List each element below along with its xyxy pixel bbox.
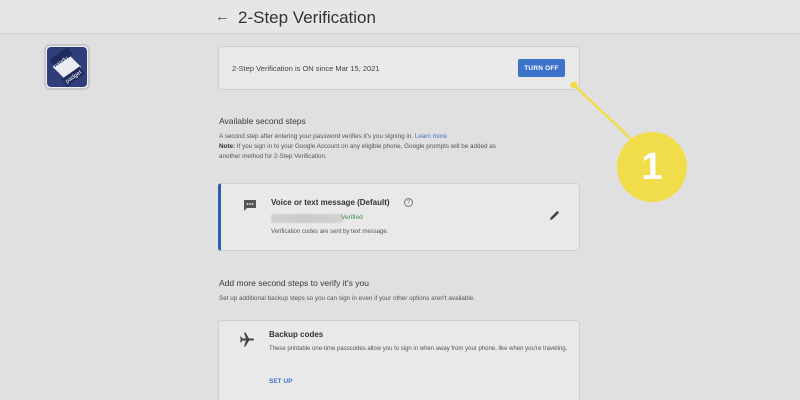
learn-more-link[interactable]: Learn more [415, 133, 447, 140]
voice-text-card[interactable]: Voice or text message (Default) ? Verifi… [218, 183, 580, 251]
voice-option-description: Verification codes are sent by text mess… [271, 229, 389, 235]
status-card: 2-Step Verification is ON since Mar 15, … [218, 46, 580, 90]
site-logo: pandu padget [44, 44, 90, 90]
page-title: 2-Step Verification [238, 8, 376, 27]
status-text: 2-Step Verification is ON since Mar 15, … [232, 64, 380, 73]
note-paragraph-cont: another method for 2-Step Verification. [219, 153, 327, 160]
available-steps-heading: Available second steps [219, 116, 306, 126]
message-icon [244, 200, 256, 211]
available-steps-description: A second step after entering your passwo… [219, 133, 448, 140]
redacted-phone-number [271, 214, 343, 223]
header-bar: ← 2-Step Verification [0, 0, 800, 34]
backup-codes-description: These printable one-time passcodes allow… [269, 346, 568, 352]
verified-status: Verified [341, 214, 363, 221]
backup-codes-title: Backup codes [269, 330, 324, 339]
help-circle-icon[interactable]: ? [404, 198, 413, 207]
note-paragraph: Note: If you sign in to your Google Acco… [219, 143, 496, 150]
callout-number-badge: 1 [617, 132, 687, 202]
back-arrow-icon[interactable]: ← [215, 8, 230, 26]
airplane-icon [240, 332, 254, 347]
logo-icon: pandu padget [47, 47, 87, 87]
voice-option-title: Voice or text message (Default) [271, 198, 390, 207]
add-more-steps-heading: Add more second steps to verify it's you [219, 278, 369, 288]
turn-off-button[interactable]: TURN OFF [518, 59, 565, 77]
backup-codes-card[interactable]: Backup codes These printable one-time pa… [218, 320, 580, 400]
pencil-icon[interactable] [548, 210, 560, 222]
add-more-steps-description: Set up additional backup steps so you ca… [219, 295, 476, 302]
setup-backup-codes-button[interactable]: SET UP [269, 378, 292, 385]
